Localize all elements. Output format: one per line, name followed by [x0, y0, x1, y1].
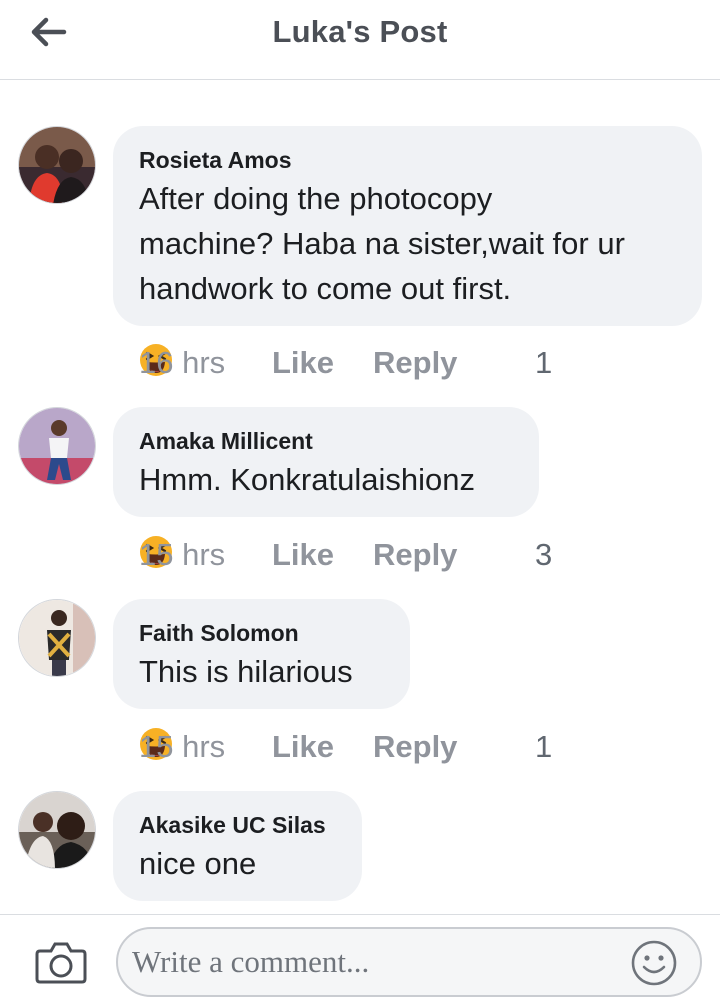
comment-author[interactable]: Faith Solomon: [139, 619, 384, 647]
avatar-photo: [19, 792, 95, 868]
like-button[interactable]: Like: [272, 343, 334, 383]
comment-bubble: Akasike UC Silas nice one: [113, 791, 362, 901]
smiley-icon: [631, 940, 677, 986]
comment-timestamp: 15 hrs: [139, 537, 226, 572]
comment-actions: 16 hrs Like Reply 1: [139, 343, 699, 383]
comment-bubble: Faith Solomon This is hilarious: [113, 599, 410, 709]
comments-list: Rosieta Amos After doing the photocopy m…: [0, 80, 720, 914]
reaction-count[interactable]: 1: [535, 727, 552, 767]
avatar[interactable]: [18, 126, 96, 204]
reaction-count[interactable]: 3: [535, 535, 552, 575]
comment-bubble: Amaka Millicent Hmm. Konkratulaishionz: [113, 407, 539, 517]
comment-author[interactable]: Akasike UC Silas: [139, 811, 336, 839]
avatar[interactable]: [18, 791, 96, 869]
reply-button[interactable]: Reply: [373, 343, 457, 383]
comment-author[interactable]: Rosieta Amos: [139, 146, 676, 174]
comment-bubble: Rosieta Amos After doing the photocopy m…: [113, 126, 702, 326]
top-bar: Luka's Post: [0, 0, 720, 80]
avatar[interactable]: [18, 407, 96, 485]
comment-text: nice one: [139, 846, 257, 881]
like-button[interactable]: Like: [272, 727, 334, 767]
reply-button[interactable]: Reply: [373, 727, 457, 767]
comment-text: After doing the photocopy machine? Haba …: [139, 181, 625, 306]
comment-actions: 15 hrs Like Reply 1: [139, 727, 699, 767]
avatar-photo: [19, 408, 95, 484]
comment-text: This is hilarious: [139, 654, 353, 689]
comment-author[interactable]: Amaka Millicent: [139, 427, 513, 455]
camera-icon: [35, 942, 87, 984]
avatar[interactable]: [18, 599, 96, 677]
avatar-photo: [19, 127, 95, 203]
reaction-count[interactable]: 1: [535, 343, 552, 383]
avatar-photo: [19, 600, 95, 676]
emoji-button[interactable]: [630, 939, 678, 987]
comment-timestamp: 15 hrs: [139, 729, 226, 764]
comment-composer: [0, 914, 720, 1001]
comment-timestamp: 16 hrs: [139, 345, 226, 380]
reply-button[interactable]: Reply: [373, 535, 457, 575]
like-button[interactable]: Like: [272, 535, 334, 575]
comment-text: Hmm. Konkratulaishionz: [139, 462, 475, 497]
page-title: Luka's Post: [272, 14, 448, 49]
comment-input[interactable]: [116, 927, 702, 997]
camera-button[interactable]: [34, 939, 88, 985]
comment-actions: 15 hrs Like Reply 3: [139, 535, 699, 575]
